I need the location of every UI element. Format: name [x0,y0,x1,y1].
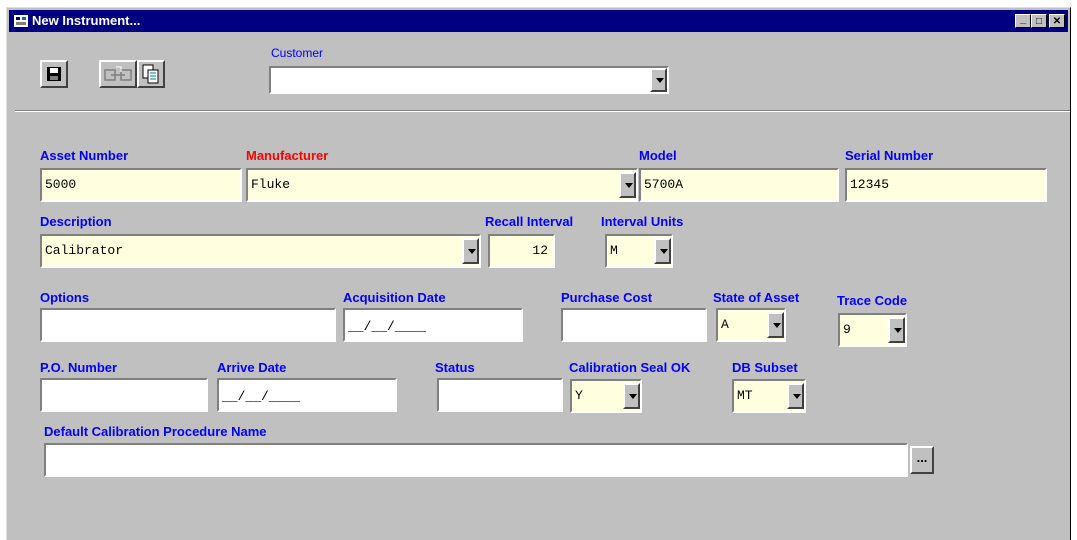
trace-code-label: Trace Code [837,293,908,308]
chevron-down-icon [773,323,781,328]
close-button[interactable]: ✕ [1049,14,1065,28]
interval-units-dropdown-button[interactable] [654,238,671,264]
state-of-asset-dropdown-button[interactable] [767,312,784,338]
maximize-button[interactable]: □ [1031,14,1047,28]
options-label: Options [40,290,90,305]
copy-button[interactable] [137,60,165,88]
app-icon [14,15,28,27]
state-of-asset-select[interactable]: A [716,308,786,342]
model-field[interactable]: 5700A [639,168,839,202]
calibration-seal-ok-select[interactable]: Y [570,379,642,413]
customer-select[interactable] [269,66,669,94]
toolbar-separator [15,110,1070,112]
arrive-date-label: Arrive Date [217,360,287,375]
window-title: New Instrument... [32,13,141,28]
calibration-seal-ok-label: Calibration Seal OK [569,360,691,375]
interval-units-select[interactable]: M [605,234,673,268]
link-icon [104,66,132,81]
po-number-field[interactable] [40,378,208,412]
db-subset-label: DB Subset [732,360,798,375]
db-subset-dropdown-button[interactable] [787,383,804,409]
link-button[interactable] [99,60,137,88]
trace-code-select[interactable]: 9 [838,313,907,347]
manufacturer-select[interactable]: Fluke [246,168,638,202]
chevron-down-icon [660,249,668,254]
arrive-date-field[interactable]: __/__/____ [217,378,397,412]
db-subset-select[interactable]: MT [732,379,806,413]
chevron-down-icon [625,183,633,188]
serial-number-field[interactable]: 12345 [845,168,1047,202]
save-button[interactable] [40,60,68,88]
floppy-disk-icon [47,67,61,81]
purchase-cost-field[interactable] [561,308,707,342]
trace-code-dropdown-button[interactable] [888,317,905,343]
chevron-down-icon [656,78,664,83]
manufacturer-label: Manufacturer [246,148,329,163]
chevron-down-icon [793,394,801,399]
po-number-label: P.O. Number [40,360,118,375]
chevron-down-icon [629,394,637,399]
default-procedure-label: Default Calibration Procedure Name [44,424,267,439]
chevron-down-icon [894,328,902,333]
description-label: Description [40,214,112,229]
minimize-button[interactable]: _ [1015,13,1031,28]
options-field[interactable] [40,308,336,342]
interval-units-label: Interval Units [601,214,684,229]
default-procedure-field[interactable] [44,443,908,477]
recall-interval-label: Recall Interval [485,214,574,229]
manufacturer-dropdown-button[interactable] [619,172,636,198]
acquisition-date-field[interactable]: __/__/____ [343,308,523,342]
serial-number-label: Serial Number [845,148,934,163]
recall-interval-field[interactable]: 12 [488,234,555,268]
chevron-down-icon [468,249,476,254]
description-select[interactable]: Calibrator [40,234,481,268]
status-label: Status [435,360,475,375]
document-copy-icon [142,64,159,84]
customer-label: Customer [271,46,324,60]
title-bar[interactable]: New Instrument... _ □ ✕ [9,10,1068,32]
asset-number-field[interactable]: 5000 [40,168,242,202]
customer-dropdown-button[interactable] [650,68,667,92]
state-of-asset-label: State of Asset [713,290,800,305]
acquisition-date-label: Acquisition Date [343,290,446,305]
purchase-cost-label: Purchase Cost [561,290,653,305]
model-label: Model [639,148,677,163]
description-dropdown-button[interactable] [462,238,479,264]
browse-procedure-button[interactable]: ... [910,446,934,474]
asset-number-label: Asset Number [40,148,129,163]
new-instrument-window: New Instrument... _ □ ✕ Customer Asset N… [6,7,1071,540]
calibration-seal-ok-dropdown-button[interactable] [623,383,640,409]
status-field[interactable] [437,378,563,412]
